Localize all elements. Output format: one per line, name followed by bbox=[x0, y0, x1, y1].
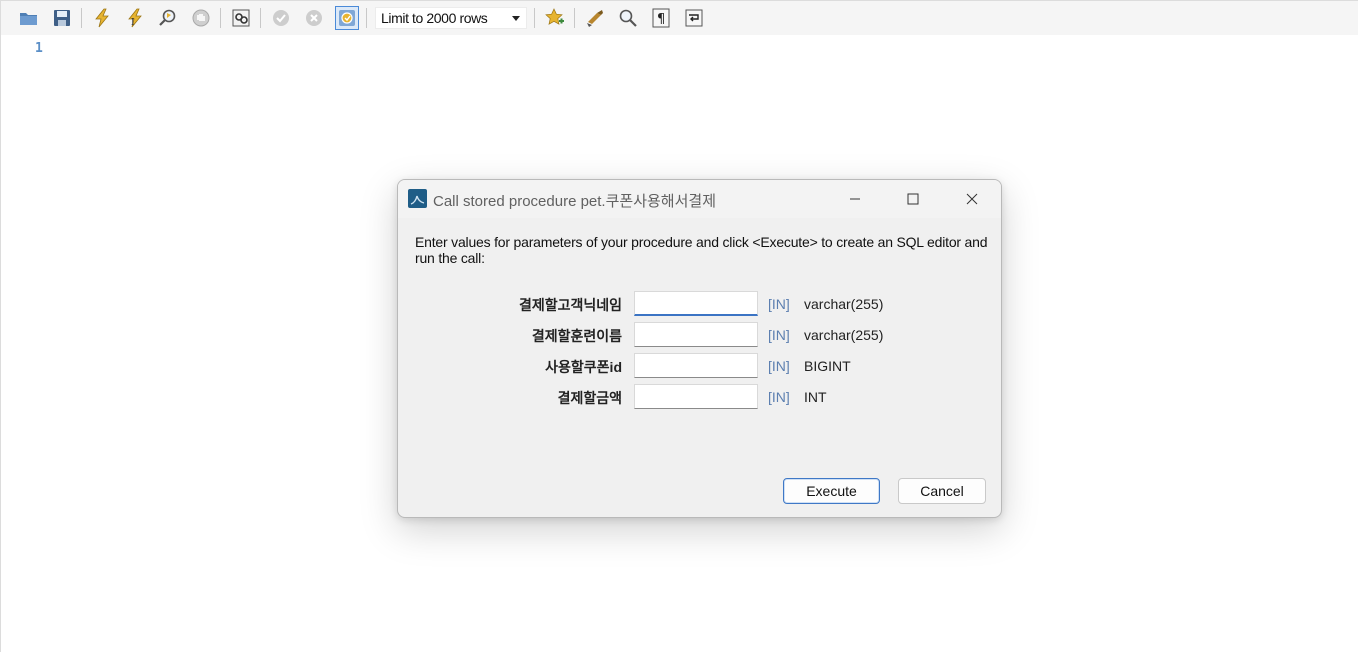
param-row: 결제할훈련이름 [IN] varchar(255) bbox=[398, 322, 1001, 348]
execute-current-button[interactable]: I bbox=[123, 6, 147, 30]
stop-button[interactable] bbox=[189, 6, 213, 30]
find-icon bbox=[619, 9, 637, 27]
dialog-titlebar[interactable]: Call stored procedure pet.쿠폰사용해서결제 bbox=[398, 180, 1001, 218]
explain-magnifier-icon bbox=[159, 9, 176, 26]
editor-toolbar: I Limit to 2000 rows ¶ bbox=[1, 1, 1358, 35]
param-value-input[interactable] bbox=[634, 384, 758, 409]
param-mode-label: [IN] bbox=[768, 327, 790, 343]
maximize-button[interactable] bbox=[890, 185, 936, 213]
param-mode-label: [IN] bbox=[768, 358, 790, 374]
dialog-description: Enter values for parameters of your proc… bbox=[415, 234, 988, 266]
save-button[interactable] bbox=[50, 6, 74, 30]
workbench-logo-icon bbox=[408, 189, 427, 208]
open-file-button[interactable] bbox=[17, 6, 41, 30]
param-value-input[interactable] bbox=[634, 291, 758, 316]
param-row: 결제할금액 [IN] INT bbox=[398, 384, 1001, 410]
close-icon bbox=[966, 193, 978, 205]
param-row: 결제할고객닉네임 [IN] varchar(255) bbox=[398, 291, 1001, 317]
explain-button[interactable] bbox=[156, 6, 180, 30]
find-button[interactable] bbox=[616, 6, 640, 30]
wrap-lines-button[interactable] bbox=[682, 6, 706, 30]
add-snippet-button[interactable] bbox=[543, 6, 567, 30]
toolbar-separator bbox=[366, 8, 367, 28]
save-icon bbox=[54, 10, 70, 26]
minimize-button[interactable] bbox=[832, 185, 878, 213]
toggle-results-icon bbox=[232, 9, 250, 27]
param-mode-label: [IN] bbox=[768, 296, 790, 312]
execute-button[interactable]: Execute bbox=[783, 478, 880, 504]
autocommit-icon bbox=[339, 10, 355, 26]
toolbar-separator bbox=[534, 8, 535, 28]
toolbar-separator bbox=[81, 8, 82, 28]
execute-current-icon: I bbox=[128, 8, 142, 28]
limit-rows-select[interactable]: Limit to 2000 rows bbox=[375, 7, 527, 29]
toolbar-separator bbox=[220, 8, 221, 28]
toggle-results-button[interactable] bbox=[229, 6, 253, 30]
param-type-label: BIGINT bbox=[804, 358, 851, 374]
line-number: 1 bbox=[35, 41, 43, 56]
param-value-input[interactable] bbox=[634, 322, 758, 347]
wrap-lines-icon bbox=[685, 9, 703, 27]
limit-rows-label: Limit to 2000 rows bbox=[381, 10, 488, 26]
cancel-button[interactable]: Cancel bbox=[898, 478, 986, 504]
param-type-label: varchar(255) bbox=[804, 327, 884, 343]
toolbar-separator bbox=[260, 8, 261, 28]
sql-editor-window: I Limit to 2000 rows ¶ 1 Call stored pro… bbox=[0, 0, 1358, 652]
param-type-label: INT bbox=[804, 389, 827, 405]
beautify-brush-icon bbox=[587, 10, 603, 27]
param-row: 사용할쿠폰id [IN] BIGINT bbox=[398, 353, 1001, 379]
execute-lightning-icon bbox=[95, 8, 109, 28]
close-button[interactable] bbox=[949, 185, 995, 213]
open-folder-icon bbox=[20, 13, 37, 25]
invisible-chars-button[interactable]: ¶ bbox=[649, 6, 673, 30]
commit-button[interactable] bbox=[269, 6, 293, 30]
rollback-icon bbox=[306, 10, 322, 26]
stop-icon bbox=[192, 9, 210, 27]
toolbar-separator bbox=[574, 8, 575, 28]
param-type-label: varchar(255) bbox=[804, 296, 884, 312]
maximize-icon bbox=[907, 193, 919, 205]
param-name-label: 결제할훈련이름 bbox=[531, 328, 622, 344]
minimize-icon bbox=[850, 198, 860, 200]
invisible-chars-icon: ¶ bbox=[652, 8, 670, 28]
param-name-label: 사용할쿠폰id bbox=[545, 359, 622, 375]
chevron-down-icon bbox=[512, 15, 520, 21]
rollback-button[interactable] bbox=[302, 6, 326, 30]
add-snippet-icon bbox=[545, 8, 564, 25]
commit-icon bbox=[273, 10, 289, 26]
call-procedure-dialog: Call stored procedure pet.쿠폰사용해서결제 Enter… bbox=[397, 179, 1002, 518]
dialog-title: Call stored procedure pet.쿠폰사용해서결제 bbox=[433, 193, 716, 210]
svg-text:I: I bbox=[131, 18, 135, 28]
param-mode-label: [IN] bbox=[768, 389, 790, 405]
param-name-label: 결제할고객닉네임 bbox=[518, 297, 622, 313]
param-value-input[interactable] bbox=[634, 353, 758, 378]
beautify-button[interactable] bbox=[583, 6, 607, 30]
svg-text:¶: ¶ bbox=[657, 12, 665, 27]
execute-all-button[interactable] bbox=[90, 6, 114, 30]
param-name-label: 결제할금액 bbox=[557, 390, 622, 406]
autocommit-toggle[interactable] bbox=[335, 6, 359, 30]
